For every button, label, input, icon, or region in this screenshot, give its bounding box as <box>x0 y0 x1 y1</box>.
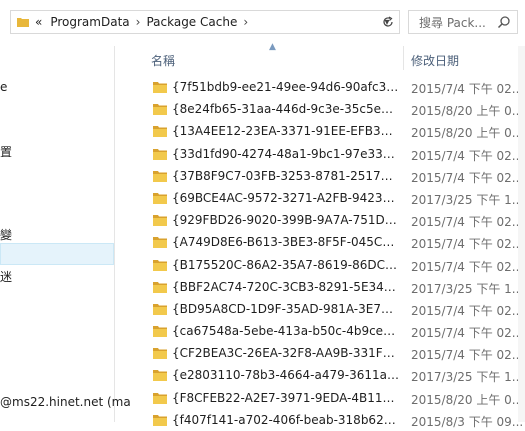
file-row[interactable]: {7f51bdb9-ee21-49ee-94d6-90afc321... 2015… <box>139 76 525 98</box>
folder-icon <box>17 18 29 27</box>
folder-icon <box>153 414 167 426</box>
file-name: {ca67548a-5ebe-413a-b50c-4b9ceb6... <box>172 324 400 339</box>
file-row[interactable]: {13A4EE12-23EA-3371-91EE-EFB36D... 2015/8… <box>139 120 525 142</box>
file-name: {F8CFEB22-A2E7-3971-9EDA-4B11ED... <box>172 390 400 405</box>
folder-icon <box>153 259 167 271</box>
folder-icon <box>153 281 167 293</box>
folder-icon <box>153 370 167 382</box>
file-name: {BBF2AC74-720C-3CB3-8291-5E34039... <box>172 279 400 294</box>
column-divider[interactable] <box>403 46 404 70</box>
folder-icon <box>153 170 167 182</box>
file-row[interactable]: {37B8F9C7-03FB-3253-8781-2517C99... 2015/… <box>139 165 525 187</box>
folder-icon <box>153 303 167 315</box>
refresh-icon <box>383 16 393 27</box>
file-date: 2015/7/4 下午 02... <box>411 259 524 274</box>
file-name: {33d1fd90-4274-48a1-9bc1-97e33d9... <box>172 146 400 161</box>
address-bar[interactable]: « ProgramData › Package Cache › ▾ <box>10 10 400 34</box>
file-name: {BD95A8CD-1D9F-35AD-981A-3E7925... <box>172 301 400 316</box>
file-date: 2015/7/4 下午 02... <box>411 326 524 341</box>
folder-icon <box>153 148 167 160</box>
file-date: 2015/7/4 下午 02... <box>411 215 524 230</box>
folder-icon <box>153 192 167 204</box>
navigation-bar: « ProgramData › Package Cache › ▾ 搜尋 Pac… <box>0 0 525 46</box>
nav-item[interactable]: e <box>0 80 7 94</box>
file-date: 2015/7/4 下午 02... <box>411 303 524 318</box>
file-name: {7f51bdb9-ee21-49ee-94d6-90afc321... <box>172 80 400 94</box>
folder-icon <box>153 392 167 404</box>
breadcrumb-chevron-icon[interactable]: › <box>243 15 248 29</box>
breadcrumb-programdata[interactable]: ProgramData <box>50 15 129 29</box>
column-name[interactable]: 名稱 <box>151 52 175 69</box>
file-name: {f407f141-a702-406f-beab-318b6291... <box>172 412 400 427</box>
scrollbar[interactable] <box>518 46 525 422</box>
file-row[interactable]: {A749D8E6-B613-3BE3-8F5F-045C84E... 2015/… <box>139 231 525 253</box>
folder-icon <box>153 82 167 93</box>
file-date: 2015/7/4 下午 02... <box>411 237 524 252</box>
file-name: {e2803110-78b3-4664-a479-3611a38... <box>172 368 400 383</box>
file-row[interactable]: {e2803110-78b3-4664-a479-3611a38... 2017/… <box>139 364 525 386</box>
file-date: 2015/8/20 上午 0... <box>411 126 524 141</box>
file-name: {69BCE4AC-9572-3271-A2FB-9423BD... <box>172 190 400 205</box>
file-date: 2015/8/20 上午 0... <box>411 104 524 119</box>
file-date: 2017/3/25 下午 1... <box>411 192 524 207</box>
file-row[interactable]: {929FBD26-9020-399B-9A7A-751D61F... 2015/… <box>139 209 525 231</box>
nav-item[interactable]: 置 <box>0 143 12 160</box>
file-name: {B175520C-86A2-35A7-8619-86DC37... <box>172 257 400 272</box>
breadcrumb-separator-icon[interactable]: › <box>136 15 141 29</box>
file-date: 2017/3/25 下午 1... <box>411 370 524 385</box>
file-date: 2017/3/25 下午 1... <box>411 281 524 296</box>
nav-selection-highlight[interactable] <box>0 243 114 265</box>
breadcrumb-back[interactable]: « <box>35 15 42 29</box>
sort-ascending-icon: ▲ <box>269 42 276 52</box>
file-row[interactable]: {ca67548a-5ebe-413a-b50c-4b9ceb6... 2015/… <box>139 320 525 342</box>
file-date: 2015/7/4 下午 02... <box>411 148 524 163</box>
file-row[interactable]: {BBF2AC74-720C-3CB3-8291-5E34039... 2017/… <box>139 276 525 298</box>
search-icon[interactable] <box>497 15 511 29</box>
file-row[interactable]: {33d1fd90-4274-48a1-9bc1-97e33d9... 2015/… <box>139 143 525 165</box>
folder-icon <box>153 326 167 338</box>
file-name: {13A4EE12-23EA-3371-91EE-EFB36D... <box>172 124 400 139</box>
refresh-button[interactable] <box>376 10 400 34</box>
file-date: 2015/7/4 下午 02... <box>411 82 524 96</box>
file-date: 2015/7/4 下午 02... <box>411 348 524 363</box>
file-row[interactable]: {CF2BEA3C-26EA-32F8-AA9B-331F7E3... 2015/… <box>139 342 525 364</box>
folder-icon <box>153 126 167 138</box>
file-row[interactable]: {B175520C-86A2-35A7-8619-86DC37... 2015/7… <box>139 254 525 276</box>
file-name: {37B8F9C7-03FB-3253-8781-2517C99... <box>172 168 400 183</box>
search-input[interactable]: 搜尋 Pack... <box>419 14 486 31</box>
file-row[interactable]: {F8CFEB22-A2E7-3971-9EDA-4B11ED... 2015/8… <box>139 387 525 409</box>
file-row[interactable]: {BD95A8CD-1D9F-35AD-981A-3E7925... 2015/7… <box>139 298 525 320</box>
column-header: ▲ 名稱 修改日期 <box>139 42 525 70</box>
nav-item[interactable]: 迷 <box>0 268 12 285</box>
navigation-pane: e 置 變 迷 @ms22.hinet.net (ma <box>0 46 131 422</box>
nav-item-account[interactable]: @ms22.hinet.net (ma <box>0 395 131 409</box>
nav-item[interactable]: 變 <box>0 226 12 243</box>
file-date: 2015/8/20 上午 0... <box>411 392 524 407</box>
file-row[interactable]: {f407f141-a702-406f-beab-318b6291... 2015… <box>139 409 525 431</box>
file-date: 2015/7/4 下午 02... <box>411 170 524 185</box>
file-list: {7f51bdb9-ee21-49ee-94d6-90afc321... 2015… <box>139 76 525 431</box>
file-date: 2015/8/3 下午 09... <box>411 414 524 429</box>
file-name: {CF2BEA3C-26EA-32F8-AA9B-331F7E3... <box>172 346 400 361</box>
file-row[interactable]: {8e24fb65-31aa-446d-9c3e-35c5e11c... 2015… <box>139 98 525 120</box>
folder-icon <box>153 348 167 360</box>
file-name: {A749D8E6-B613-3BE3-8F5F-045C84E... <box>172 235 400 250</box>
file-name: {929FBD26-9020-399B-9A7A-751D61F... <box>172 213 400 228</box>
search-box[interactable]: 搜尋 Pack... <box>408 10 518 34</box>
breadcrumb-package-cache[interactable]: Package Cache <box>146 15 237 29</box>
file-row[interactable]: {69BCE4AC-9572-3271-A2FB-9423BD... 2017/3… <box>139 187 525 209</box>
folder-icon <box>153 215 167 227</box>
file-name: {8e24fb65-31aa-446d-9c3e-35c5e11c... <box>172 102 400 117</box>
column-date-modified[interactable]: 修改日期 <box>411 52 459 69</box>
folder-icon <box>153 237 167 249</box>
folder-icon <box>153 104 167 116</box>
